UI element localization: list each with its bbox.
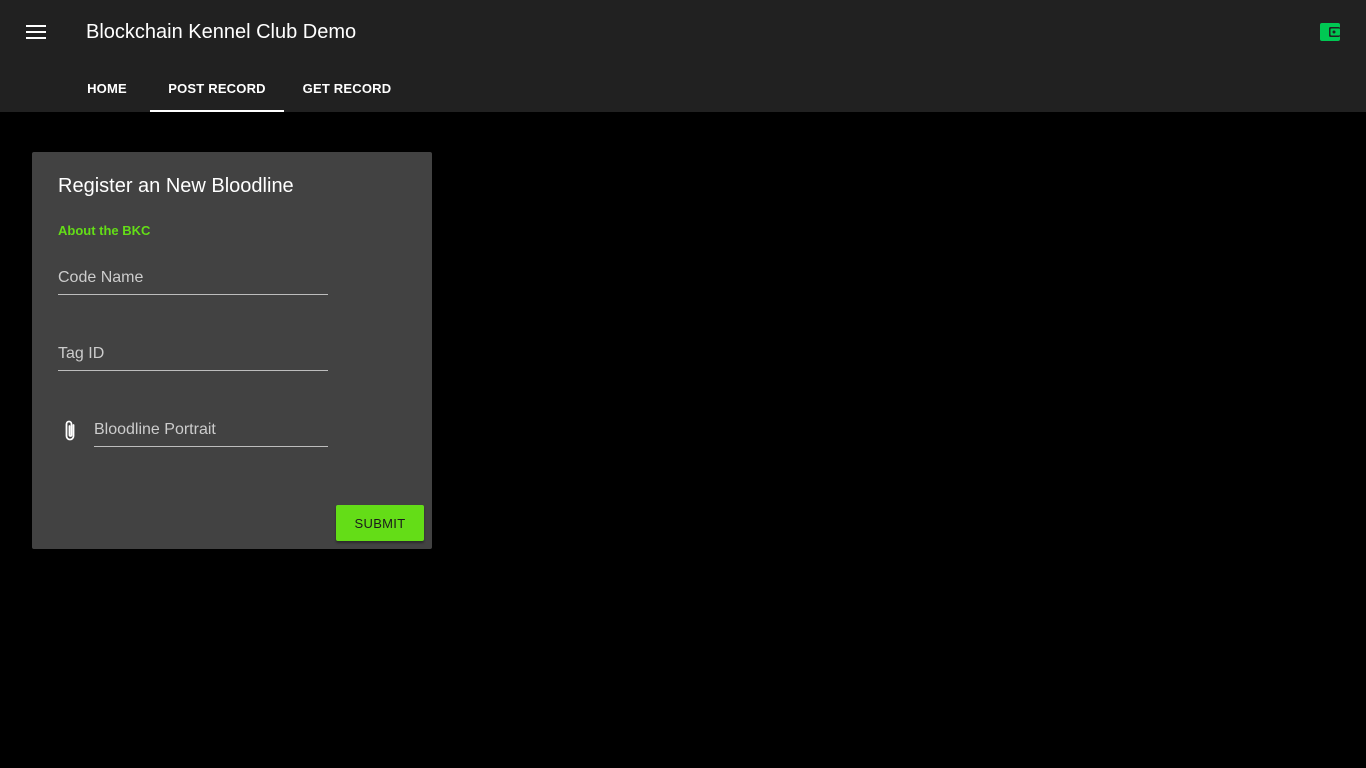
tab-home[interactable]: HOME <box>64 64 150 112</box>
submit-button[interactable]: SUBMIT <box>336 505 424 541</box>
tab-post-record[interactable]: POST RECORD <box>150 64 284 112</box>
active-tab-indicator <box>150 110 284 112</box>
menu-button[interactable] <box>16 12 56 52</box>
nav-tabs: HOME POST RECORD GET RECORD <box>64 64 410 112</box>
hamburger-menu-icon <box>26 25 46 39</box>
tag-id-field <box>58 339 328 371</box>
tab-home-label: HOME <box>87 80 127 96</box>
attach-file-button[interactable] <box>58 416 82 446</box>
register-bloodline-card: Register an New Bloodline About the BKC … <box>32 152 432 549</box>
bloodline-portrait-input[interactable] <box>94 415 328 445</box>
wallet-button[interactable] <box>1310 12 1350 52</box>
tab-post-record-label: POST RECORD <box>168 80 266 96</box>
card-title: Register an New Bloodline <box>58 175 294 197</box>
bloodline-portrait-field <box>94 415 328 447</box>
code-name-field <box>58 263 328 295</box>
tag-id-input[interactable] <box>58 339 328 369</box>
wallet-icon <box>1320 23 1340 41</box>
about-bkc-link[interactable]: About the BKC <box>58 223 150 238</box>
tab-get-record-label: GET RECORD <box>302 80 392 96</box>
app-title: Blockchain Kennel Club Demo <box>86 21 357 43</box>
paperclip-icon <box>65 420 75 441</box>
code-name-input[interactable] <box>58 263 328 293</box>
app-bar: Blockchain Kennel Club Demo HOME POST RE… <box>0 0 1366 112</box>
tab-get-record[interactable]: GET RECORD <box>284 64 410 112</box>
